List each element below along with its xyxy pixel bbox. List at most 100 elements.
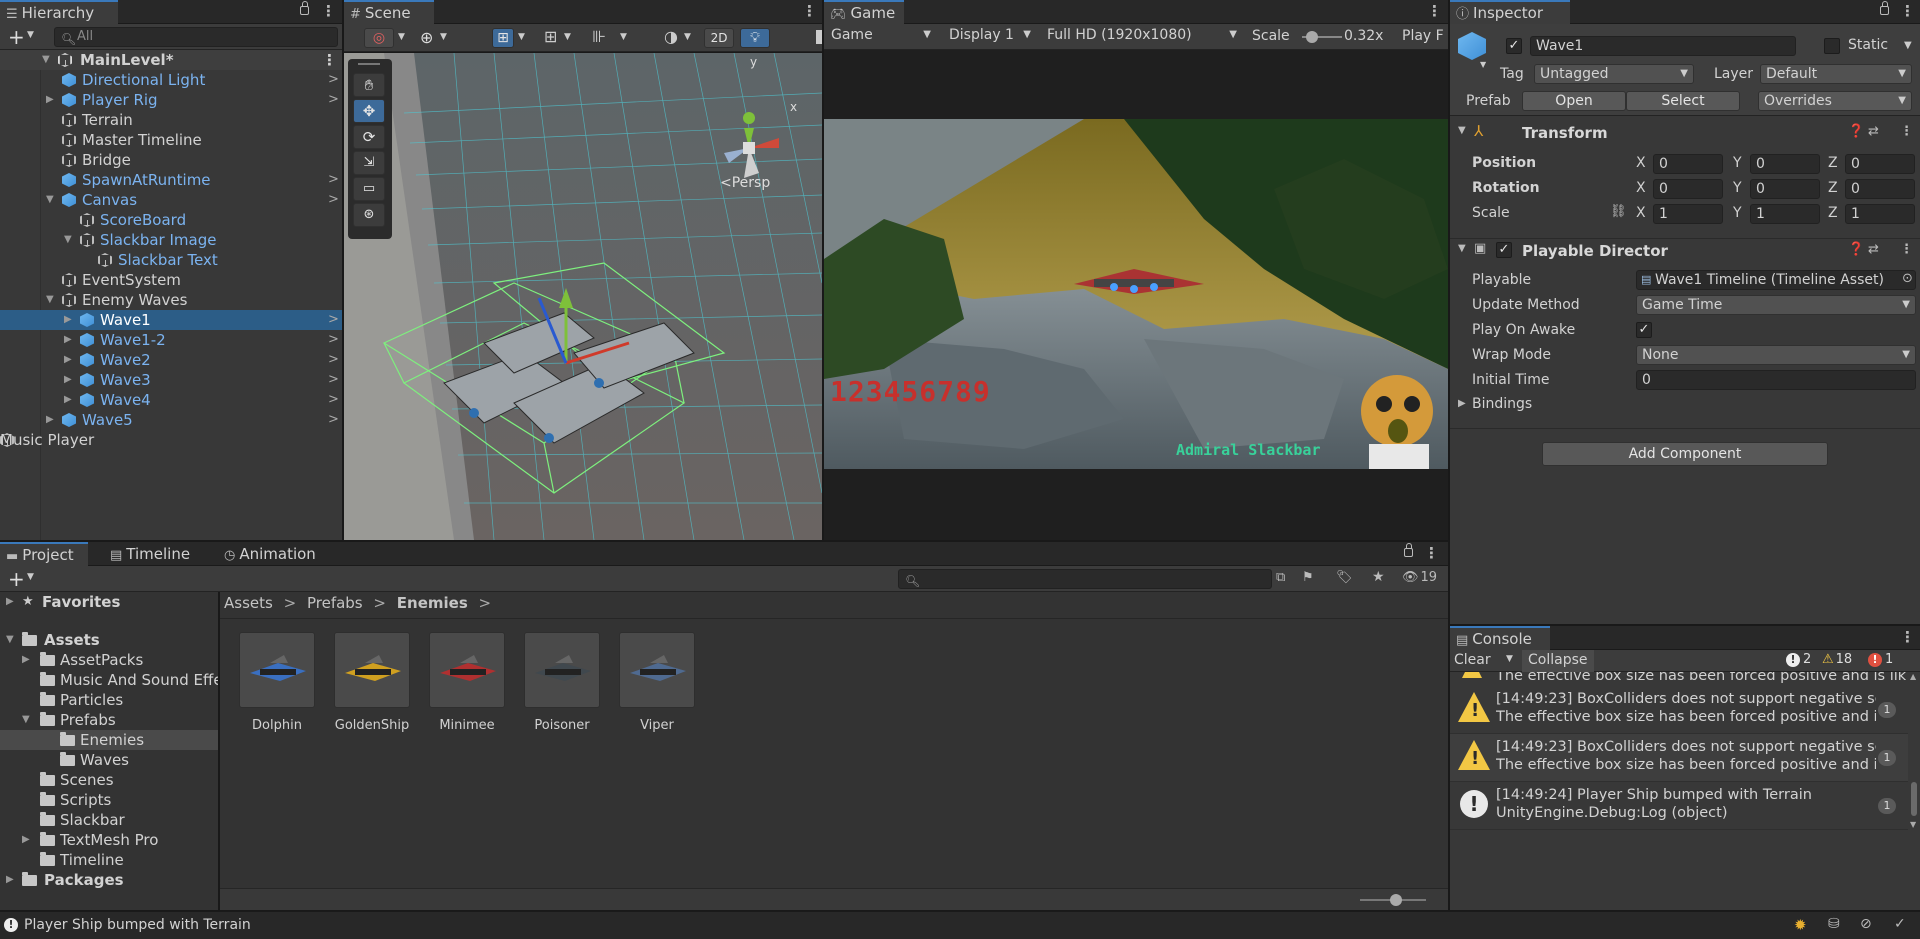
scale-tool-button[interactable]: ⇲ <box>353 151 385 175</box>
play-focused-label[interactable]: Play F <box>1402 28 1448 44</box>
rotation-y-field[interactable]: 0 <box>1750 179 1820 199</box>
expand-arrow-icon[interactable]: ▼ <box>64 230 72 250</box>
scale-slider[interactable] <box>1302 31 1342 43</box>
rect-tool-button[interactable]: ▭ <box>353 177 385 201</box>
icon-dropdown-icon[interactable]: ▼ <box>1480 60 1486 69</box>
tag-dropdown[interactable]: Untagged ▼ <box>1534 64 1694 84</box>
folder-tree-item[interactable]: Slackbar <box>0 810 218 830</box>
search-by-label-icon[interactable]: ⚑ <box>1302 570 1314 585</box>
hierarchy-item[interactable]: ▼ Enemy Waves <box>0 290 342 310</box>
draw-mode-button[interactable]: ◎ <box>364 28 394 48</box>
globe-dropdown-icon[interactable]: ▼ <box>440 32 447 42</box>
console-partial-row[interactable]: The effective box size has been forced p… <box>1450 672 1910 686</box>
asset-item[interactable]: Dolphin <box>238 632 316 733</box>
playable-field[interactable]: ▤ Wave1 Timeline (Timeline Asset) <box>1636 270 1916 290</box>
folder-tree-item[interactable]: Scenes <box>0 770 218 790</box>
hierarchy-item[interactable]: ▶ Wave5 > <box>0 410 342 430</box>
prefab-open-button[interactable]: Open <box>1522 91 1626 111</box>
network-icon[interactable]: ⊘ <box>1860 916 1872 932</box>
increment-dropdown-icon[interactable]: ▼ <box>620 32 627 42</box>
chevron-right-icon[interactable]: > <box>328 190 339 210</box>
hierarchy-item[interactable]: Music Player <box>0 430 342 450</box>
expand-arrow-icon[interactable]: ▼ <box>46 290 54 310</box>
scale-z-field[interactable]: 1 <box>1845 204 1915 224</box>
constrain-link-icon[interactable]: ⛓︎ <box>1610 204 1627 219</box>
folder-tree-item[interactable]: Enemies <box>0 730 218 750</box>
lighting-toggle-button[interactable]: 💡︎ <box>740 28 770 48</box>
project-lock-icon[interactable] <box>1404 543 1413 557</box>
scene-viewport[interactable]: y x <Persp ✋︎ ✥ ⟳ ⇲ ▭ ⊛ <box>344 53 822 540</box>
2d-toggle-button[interactable]: 2D <box>704 28 734 48</box>
tab-inspector[interactable]: ⓘ Inspector <box>1450 0 1570 24</box>
position-y-field[interactable]: 0 <box>1750 154 1820 174</box>
prefab-select-button[interactable]: Select <box>1626 91 1740 111</box>
folder-tree-item[interactable]: Particles <box>0 690 218 710</box>
breadcrumb-prefabs[interactable]: Prefabs <box>307 594 363 612</box>
hierarchy-item[interactable]: ▶ Wave3 > <box>0 370 342 390</box>
grid-dropdown-icon[interactable]: ▼ <box>564 32 571 42</box>
hierarchy-item[interactable]: ScoreBoard <box>0 210 342 230</box>
object-name-field[interactable]: Wave1 <box>1530 36 1796 56</box>
transform-tool-button[interactable]: ⊛ <box>353 203 385 227</box>
clear-button[interactable]: Clear <box>1454 652 1491 668</box>
help-icon[interactable]: ❓ <box>1848 124 1864 139</box>
game-view-dropdown[interactable]: Game ▼ <box>826 26 936 46</box>
expand-arrow-icon[interactable]: ▼ <box>22 710 30 730</box>
inspector-lock-icon[interactable] <box>1880 1 1889 15</box>
position-x-field[interactable]: 0 <box>1653 154 1723 174</box>
scene-root-row[interactable]: ▼ MainLevel* ⋮ <box>0 50 342 70</box>
hierarchy-item[interactable]: Directional Light > <box>0 70 342 90</box>
tab-console[interactable]: ▤ Console <box>1450 626 1550 650</box>
component-menu-icon[interactable]: ⋮ <box>1900 124 1913 139</box>
collapse-arrow-icon[interactable]: ▼ <box>1458 125 1466 136</box>
bindings-foldout[interactable]: ▶ Bindings <box>1458 396 1658 416</box>
chevron-right-icon[interactable]: > <box>328 410 339 430</box>
scale-x-field[interactable]: 1 <box>1653 204 1723 224</box>
increment-snap-icon[interactable]: ⊪ <box>592 27 606 46</box>
tab-scene[interactable]: # Scene <box>344 0 434 24</box>
expand-arrow-icon[interactable]: ▶ <box>6 870 14 890</box>
static-dropdown-icon[interactable]: ▼ <box>1904 40 1912 51</box>
audio-toggle-icon[interactable] <box>816 30 822 44</box>
hierarchy-item[interactable]: ▶ Wave4 > <box>0 390 342 410</box>
game-viewport[interactable]: 123456789 Admiral Slackbar <box>824 50 1448 540</box>
help-icon[interactable]: ❓ <box>1848 242 1864 257</box>
lock-icon[interactable] <box>300 1 309 15</box>
scene-menu-icon[interactable]: ⋮ <box>322 50 337 70</box>
expand-arrow-icon[interactable]: ▼ <box>6 630 14 650</box>
hierarchy-item[interactable]: Master Timeline <box>0 130 342 150</box>
position-z-field[interactable]: 0 <box>1845 154 1915 174</box>
chevron-right-icon[interactable]: > <box>328 170 339 190</box>
console-menu-icon[interactable]: ⋮ <box>1900 628 1915 646</box>
console-scrollbar-thumb[interactable] <box>1911 782 1917 816</box>
static-checkbox[interactable] <box>1824 38 1840 54</box>
hierarchy-item[interactable]: Slackbar Text <box>0 250 342 270</box>
console-log-row[interactable]: [14:49:23] BoxColliders does not support… <box>1450 734 1908 782</box>
chevron-right-icon[interactable]: > <box>328 350 339 370</box>
console-scrollbar[interactable]: ▲ ▼ <box>1908 672 1920 910</box>
folder-tree-item[interactable]: ▶ TextMesh Pro <box>0 830 218 850</box>
hidden-packages-toggle[interactable]: 👁︎ 19 <box>1402 570 1437 585</box>
expand-arrow-icon[interactable]: ▶ <box>46 410 54 430</box>
chevron-right-icon[interactable]: > <box>328 90 339 110</box>
grid-snap-button[interactable]: ⊞ <box>492 28 514 48</box>
error-filter-toggle[interactable]: ! 1 <box>1868 652 1893 667</box>
expand-arrow-icon[interactable]: ▶ <box>64 330 72 350</box>
hierarchy-item[interactable]: Bridge <box>0 150 342 170</box>
expand-arrow-icon[interactable]: ▶ <box>6 592 14 612</box>
expand-arrow-icon[interactable]: ▶ <box>64 370 72 390</box>
search-by-type-icon[interactable]: ⧉ <box>1276 570 1285 585</box>
expand-arrow-icon[interactable]: ▶ <box>22 830 30 850</box>
packages-row[interactable]: ▶ Packages <box>0 870 218 890</box>
hierarchy-item[interactable]: ▼ Slackbar Image <box>0 230 342 250</box>
cache-server-icon[interactable]: ⛁ <box>1828 916 1840 932</box>
warning-filter-toggle[interactable]: ⚠ 18 <box>1822 652 1852 667</box>
favorite-star-icon[interactable]: ★ <box>1372 569 1385 585</box>
project-menu-icon[interactable]: ⋮ <box>1424 544 1439 562</box>
folder-tree-item[interactable]: Timeline <box>0 850 218 870</box>
hierarchy-item[interactable]: ▼ Canvas > <box>0 190 342 210</box>
globe-icon[interactable]: ⊕ <box>420 28 433 47</box>
preset-icon[interactable]: ⇄ <box>1868 242 1879 257</box>
director-enabled-checkbox[interactable]: ✓ <box>1496 242 1512 258</box>
expand-arrow-icon[interactable]: ▼ <box>42 50 50 70</box>
